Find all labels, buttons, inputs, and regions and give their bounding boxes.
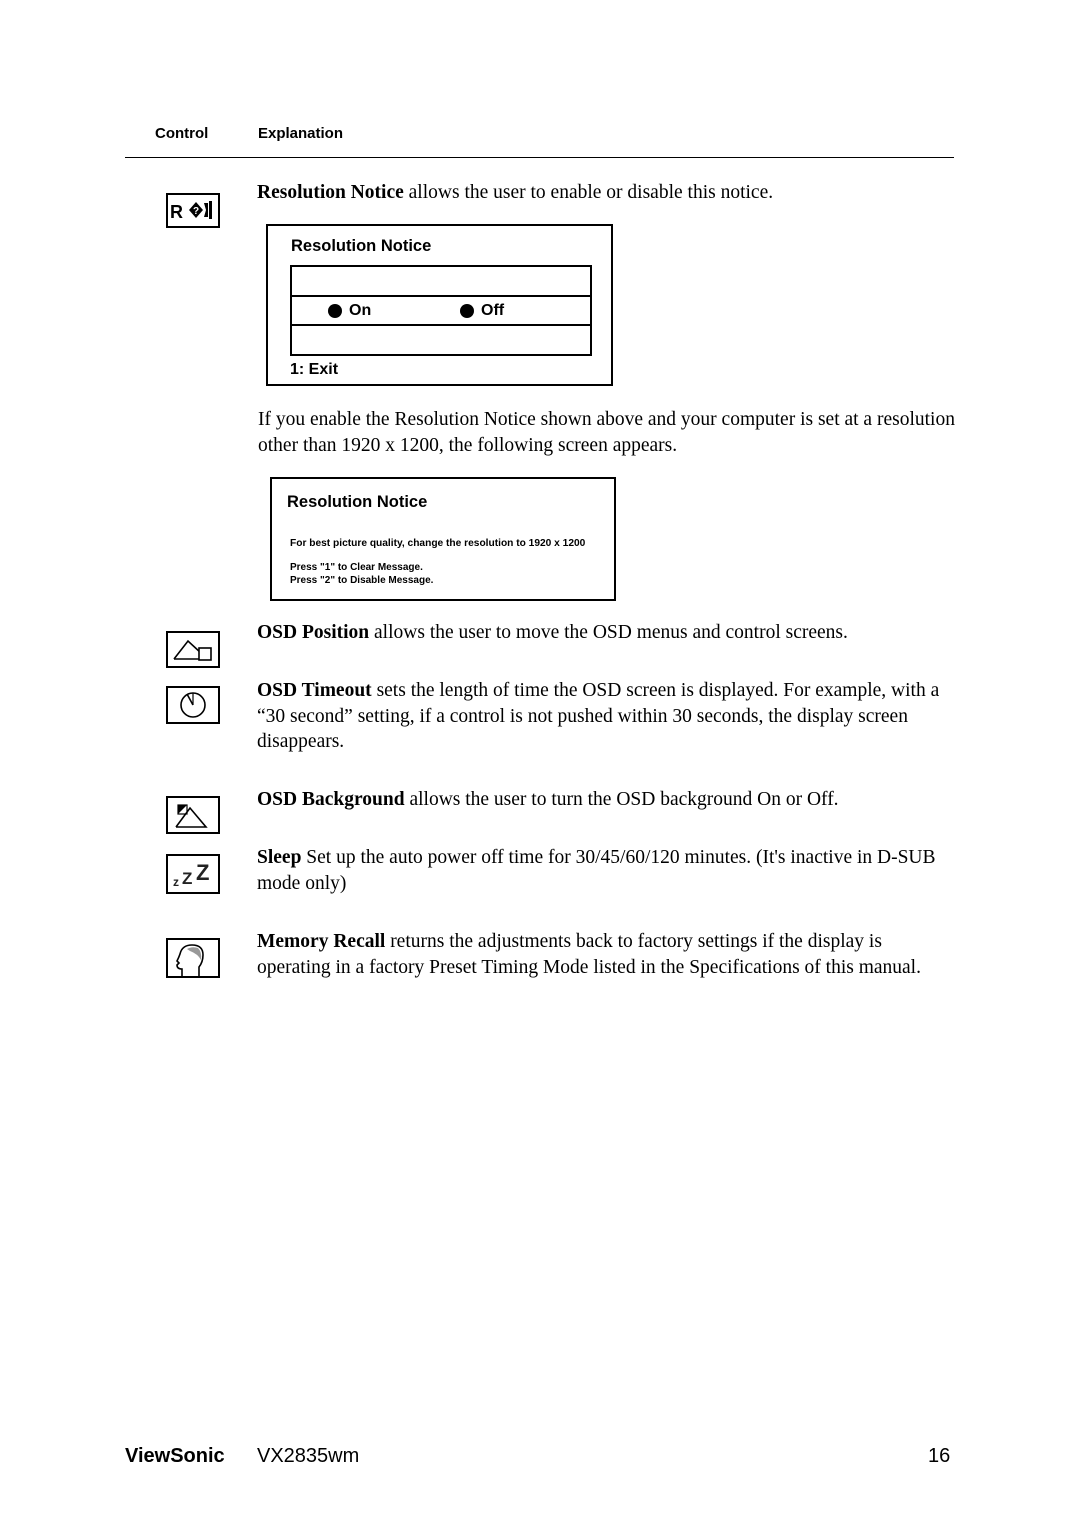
osd-position-icon <box>166 631 220 668</box>
osd-exit-label: 1: Exit <box>290 361 339 378</box>
footer-brand: ViewSonic <box>125 1445 225 1467</box>
osd-position-description: OSD Position allows the user to move the… <box>257 620 957 646</box>
notice-title: Resolution Notice <box>287 493 428 511</box>
option-off[interactable]: Off <box>460 302 504 320</box>
osd-menu-row-empty-top <box>290 265 592 297</box>
term: Resolution Notice <box>257 182 404 203</box>
description-text: allows the user to enable or disable thi… <box>403 182 774 203</box>
term: Sleep <box>257 847 302 868</box>
column-header-control: Control <box>155 125 209 142</box>
sleep-description: Sleep Set up the auto power off time for… <box>257 845 957 896</box>
osd-menu-title: Resolution Notice <box>291 237 432 255</box>
resolution-notice-osd-menu: Resolution Notice On Off 1: Exit <box>266 224 613 386</box>
option-on-label: On <box>349 302 372 319</box>
page-number: 16 <box>928 1445 951 1467</box>
term: OSD Timeout <box>257 680 372 701</box>
resolution-notice-screen: Resolution Notice For best picture quali… <box>270 477 616 601</box>
svg-text:R: R <box>170 202 183 222</box>
sleep-icon: z Z Z <box>166 854 220 894</box>
memory-recall-description: Memory Recall returns the adjustments ba… <box>257 929 957 980</box>
svg-text:Z: Z <box>182 869 192 888</box>
osd-menu-row-empty-bottom <box>290 324 592 356</box>
notice-message: For best picture quality, change the res… <box>290 538 586 549</box>
notice-line-1: Press "1" to Clear Message. <box>290 562 423 573</box>
svg-text:?: ? <box>193 206 199 217</box>
footer-model: VX2835wm <box>257 1445 360 1467</box>
term: OSD Position <box>257 622 370 643</box>
term: OSD Background <box>257 789 405 810</box>
svg-text:Z: Z <box>196 860 209 885</box>
osd-background-icon <box>166 796 220 834</box>
header-divider <box>125 157 954 158</box>
description-text: Set up the auto power off time for 30/45… <box>257 847 936 894</box>
description-text: allows the user to turn the OSD backgrou… <box>404 789 839 810</box>
memory-recall-icon <box>166 938 220 978</box>
osd-timeout-icon <box>166 686 220 724</box>
svg-text:z: z <box>173 875 179 889</box>
term: Memory Recall <box>257 931 386 952</box>
description-text: allows the user to move the OSD menus an… <box>369 622 848 643</box>
resolution-notice-description: Resolution Notice allows the user to ena… <box>257 180 957 206</box>
osd-menu-row-options: On Off <box>290 295 592 326</box>
interstitial-paragraph: If you enable the Resolution Notice show… <box>258 409 955 456</box>
radio-dot-icon <box>460 304 474 318</box>
resolution-notice-icon: R ? <box>166 193 220 228</box>
column-header-explanation: Explanation <box>258 125 344 142</box>
osd-background-description: OSD Background allows the user to turn t… <box>257 787 957 813</box>
osd-timeout-description: OSD Timeout sets the length of time the … <box>257 678 957 755</box>
notice-line-2: Press "2" to Disable Message. <box>290 575 434 586</box>
option-on[interactable]: On <box>328 302 371 320</box>
radio-dot-icon <box>328 304 342 318</box>
option-off-label: Off <box>481 302 505 319</box>
